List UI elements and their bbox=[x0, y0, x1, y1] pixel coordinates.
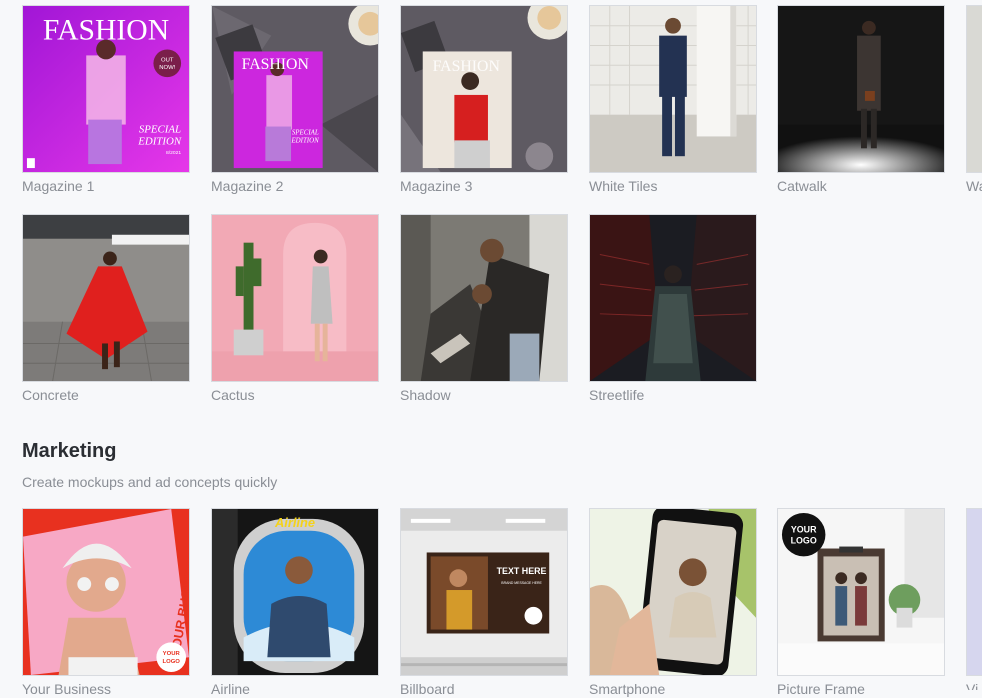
logo-text-2: LOGO bbox=[791, 536, 817, 546]
thumbnail-image bbox=[589, 5, 757, 173]
thumbnail-image: FASHION bbox=[400, 5, 568, 173]
magazine-masthead: FASHION bbox=[433, 58, 501, 75]
template-label: Your Business bbox=[22, 681, 111, 697]
thumbnail-image: YOUR BUSINESS YOUR LOGO bbox=[22, 508, 190, 676]
template-label: Magazine 3 bbox=[400, 178, 473, 194]
template-card-partial[interactable]: Vi bbox=[966, 508, 982, 690]
template-card-white-tiles[interactable]: White Tiles bbox=[589, 5, 757, 195]
thumbnail-image bbox=[22, 214, 190, 382]
logo-text-2: LOGO bbox=[163, 659, 181, 665]
billboard-subtext: BRAND MESSAGE HERE bbox=[501, 581, 542, 585]
airline-brand-text: Airline bbox=[274, 515, 315, 530]
template-card-magazine-2[interactable]: FASHION SPECIAL EDITION Magazine 2 bbox=[211, 5, 379, 195]
thumbnail-image bbox=[966, 5, 982, 173]
template-label: Picture Frame bbox=[777, 681, 865, 697]
thumbnail-image: FASHION SPECIAL EDITION bbox=[211, 5, 379, 173]
template-label: Smartphone bbox=[589, 681, 666, 697]
thumbnail-image bbox=[211, 214, 379, 382]
template-label: Catwalk bbox=[777, 178, 827, 194]
thumbnail-image bbox=[400, 214, 568, 382]
section-subtitle: Create mockups and ad concepts quickly bbox=[22, 474, 278, 490]
thumbnail-image: TEXT HERE BRAND MESSAGE HERE bbox=[400, 508, 568, 676]
magazine-masthead: FASHION bbox=[43, 15, 169, 47]
template-label: Magazine 1 bbox=[22, 178, 95, 194]
template-card-partial[interactable]: Wa bbox=[966, 5, 982, 195]
logo-text-1: YOUR bbox=[791, 525, 817, 535]
thumbnail-image: YOUR LOGO bbox=[777, 508, 945, 676]
special-text-1: SPECIAL bbox=[139, 123, 181, 135]
template-label: Magazine 2 bbox=[211, 178, 284, 194]
magazine-masthead: FASHION bbox=[242, 56, 310, 73]
template-card-billboard[interactable]: TEXT HERE BRAND MESSAGE HERE Billboard bbox=[400, 508, 568, 698]
billboard-headline: TEXT HERE bbox=[497, 566, 547, 576]
special-text-2: EDITION bbox=[137, 135, 182, 147]
template-card-shadow[interactable]: Shadow bbox=[400, 214, 568, 404]
badge-text-1: OUT bbox=[161, 57, 174, 63]
section-title: Marketing bbox=[22, 440, 117, 462]
template-card-concrete[interactable]: Concrete bbox=[22, 214, 190, 404]
template-card-picture-frame[interactable]: YOUR LOGO Picture Frame bbox=[777, 508, 945, 698]
template-card-airline[interactable]: Airline Airline bbox=[211, 508, 379, 698]
thumbnail-image: OUT NOW! FASHION SPECIAL EDITION 8/2021 bbox=[22, 5, 190, 173]
thumbnail-image bbox=[589, 508, 757, 676]
special-text-1: SPECIAL bbox=[292, 129, 319, 136]
template-label: Wa bbox=[966, 178, 982, 194]
template-label: Streetlife bbox=[589, 387, 645, 403]
thumbnail-image bbox=[966, 508, 982, 676]
special-text-2: EDITION bbox=[290, 137, 319, 144]
template-label: Shadow bbox=[400, 387, 451, 403]
template-card-magazine-3[interactable]: FASHION Magazine 3 bbox=[400, 5, 568, 195]
template-label: Concrete bbox=[22, 387, 79, 403]
thumbnail-image bbox=[589, 214, 757, 382]
template-label: White Tiles bbox=[589, 178, 658, 194]
template-label: Airline bbox=[211, 681, 250, 697]
template-card-your-business[interactable]: YOUR BUSINESS YOUR LOGO Your Business bbox=[22, 508, 190, 698]
thumbnail-image: Airline bbox=[211, 508, 379, 676]
template-label: Cactus bbox=[211, 387, 255, 403]
template-card-streetlife[interactable]: Streetlife bbox=[589, 214, 757, 404]
template-card-smartphone[interactable]: Smartphone bbox=[589, 508, 757, 698]
template-card-magazine-1[interactable]: OUT NOW! FASHION SPECIAL EDITION 8/2021 … bbox=[22, 5, 190, 195]
template-label: Billboard bbox=[400, 681, 455, 697]
issue-text: 8/2021 bbox=[166, 150, 181, 156]
logo-text-1: YOUR bbox=[163, 651, 181, 657]
thumbnail-image bbox=[777, 5, 945, 173]
template-card-catwalk[interactable]: Catwalk bbox=[777, 5, 945, 195]
template-card-cactus[interactable]: Cactus bbox=[211, 214, 379, 404]
template-label: Vi bbox=[966, 681, 979, 690]
badge-text-2: NOW! bbox=[159, 65, 175, 71]
